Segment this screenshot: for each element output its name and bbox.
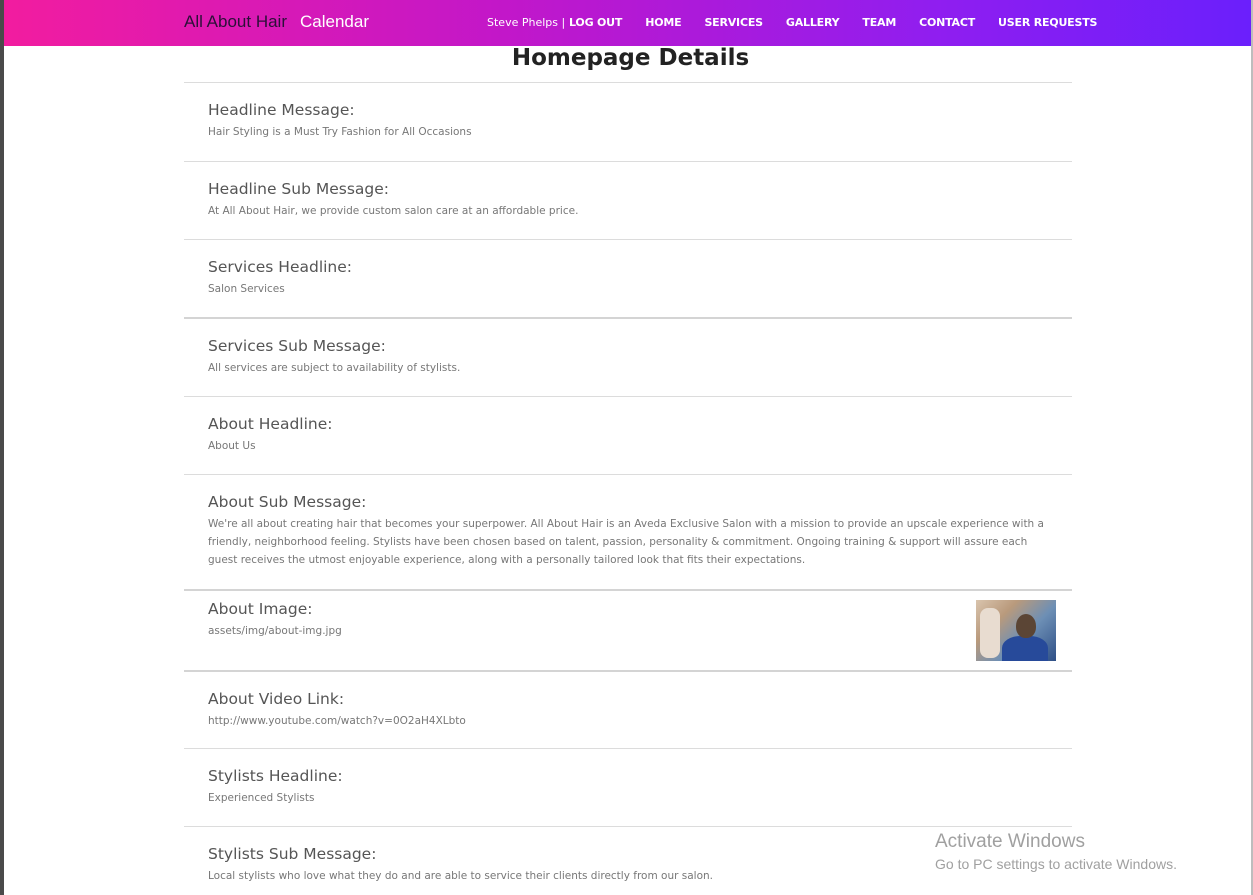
nav-services[interactable]: SERVICES — [704, 16, 763, 29]
nav-logout[interactable]: LOG OUT — [569, 16, 622, 29]
field-about-image: About Image: assets/img/about-img.jpg — [184, 589, 1072, 670]
field-label: Stylists Sub Message: — [208, 845, 377, 863]
field-label: Headline Message: — [208, 101, 355, 119]
calendar-link[interactable]: Calendar — [300, 12, 369, 32]
field-label: About Headline: — [208, 415, 333, 433]
field-value: Experienced Stylists — [208, 792, 315, 804]
field-label: About Video Link: — [208, 690, 345, 708]
field-label: Stylists Headline: — [208, 767, 343, 785]
user-name: Steve Phelps | — [487, 16, 566, 29]
field-about-sub-message: About Sub Message: We're all about creat… — [184, 474, 1072, 589]
homepage-details-list: Headline Message: Hair Styling is a Must… — [184, 82, 1072, 895]
about-image-thumbnail — [976, 600, 1056, 661]
field-headline-sub-message: Headline Sub Message: At All About Hair,… — [184, 161, 1072, 239]
field-headline-message: Headline Message: Hair Styling is a Must… — [184, 82, 1072, 161]
field-label: Headline Sub Message: — [208, 180, 390, 198]
brand-logo[interactable]: All About Hair — [184, 12, 287, 32]
page-title: Homepage Details — [511, 45, 750, 71]
field-services-headline: Services Headline: Salon Services — [184, 239, 1072, 317]
field-value: Local stylists who love what they do and… — [208, 870, 714, 882]
field-about-headline: About Headline: About Us — [184, 396, 1072, 474]
field-about-video-link: About Video Link: http://www.youtube.com… — [184, 670, 1072, 748]
field-value: Hair Styling is a Must Try Fashion for A… — [208, 126, 472, 138]
field-label: About Image: — [208, 600, 313, 618]
field-value: At All About Hair, we provide custom sal… — [208, 205, 579, 217]
nav-team[interactable]: TEAM — [862, 16, 896, 29]
nav-menu: LOG OUT HOME SERVICES GALLERY TEAM CONTA… — [569, 16, 1120, 29]
watermark-title: Activate Windows — [935, 831, 1085, 852]
field-label: Services Headline: — [208, 258, 353, 276]
field-value: assets/img/about-img.jpg — [208, 625, 342, 637]
nav-gallery[interactable]: GALLERY — [786, 16, 840, 29]
field-services-sub-message: Services Sub Message: All services are s… — [184, 317, 1072, 396]
field-value: http://www.youtube.com/watch?v=0O2aH4XLb… — [208, 715, 466, 727]
nav-contact[interactable]: CONTACT — [919, 16, 975, 29]
field-label: Services Sub Message: — [208, 337, 386, 355]
field-value: All services are subject to availability… — [208, 362, 461, 374]
field-value: We're all about creating hair that becom… — [208, 518, 1044, 566]
field-label: About Sub Message: — [208, 493, 367, 511]
field-value: About Us — [208, 440, 256, 452]
field-value: Salon Services — [208, 283, 285, 295]
activate-windows-watermark: Activate Windows Go to PC settings to ac… — [935, 831, 1177, 874]
watermark-subtitle: Go to PC settings to activate Windows. — [935, 856, 1177, 872]
nav-home[interactable]: HOME — [645, 16, 681, 29]
browser-viewport: All About Hair Calendar Steve Phelps | L… — [0, 0, 1253, 895]
field-stylists-headline: Stylists Headline: Experienced Stylists — [184, 748, 1072, 826]
nav-user-requests[interactable]: USER REQUESTS — [998, 16, 1097, 29]
top-navbar: All About Hair Calendar Steve Phelps | L… — [4, 0, 1251, 46]
